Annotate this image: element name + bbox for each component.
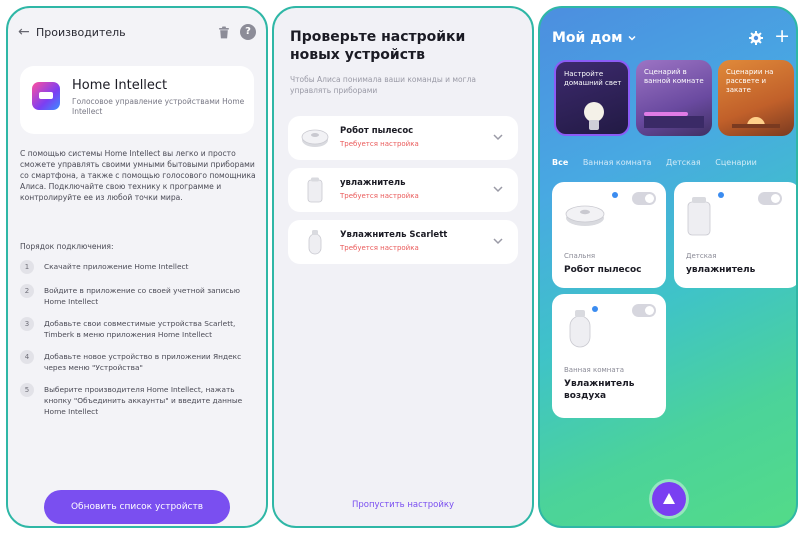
story-label: Настройте домашний свет [564,70,622,87]
alice-icon [663,493,675,504]
device-card[interactable]: Увлажнитель Scarlett Требуется настройка [288,220,518,264]
brand-name: Home Intellect [72,78,168,93]
tab-kids-room[interactable]: Детская [666,158,701,167]
story-card[interactable]: Сценарий в ванной комнате [636,60,712,136]
device-name: Робот пылесос [564,265,642,275]
manufacturer-screen: ← Производитель ? Home Intellect Голосов… [6,6,268,528]
gear-icon[interactable] [748,30,764,46]
brand-description: Голосовое управление устройствами Home I… [72,97,245,116]
page-title: Производитель [36,25,126,39]
device-tile[interactable]: Спальня Робот пылесос [552,182,666,288]
step-text: Скачайте приложение Home Intellect [44,262,189,271]
chevron-down-icon[interactable] [492,131,504,143]
device-tile[interactable]: Детская увлажнитель [674,182,796,288]
status-dot [592,306,598,312]
step-number: 5 [20,383,34,397]
refresh-devices-button[interactable]: Обновить список устройств [44,490,230,524]
step-item: 4 Добавьте новое устройство в приложении… [20,350,256,373]
robot-vacuum-icon [300,124,330,152]
story-label: Сценарии на рассвете и закате [726,68,774,94]
device-name: увлажнитель [340,178,406,188]
check-devices-screen: Проверьте настройки новых устройств Чтоб… [272,6,534,528]
bath-light-icon [644,112,704,128]
trash-icon[interactable] [216,24,232,40]
status-dot [612,192,618,198]
story-label: Сценарий в ванной комнате [644,68,704,85]
home-title: Мой дом [552,30,623,46]
tab-bathroom[interactable]: Ванная комната [583,158,652,167]
power-toggle[interactable] [758,192,782,205]
device-card[interactable]: увлажнитель Требуется настройка [288,168,518,212]
page-subtitle: Чтобы Алиса понимала ваши команды и могл… [290,75,476,95]
device-status: Требуется настройка [340,140,419,148]
device-name: Робот пылесос [340,126,414,136]
humidifier-icon [569,310,591,348]
robot-vacuum-icon [565,205,605,226]
device-room: Ванная комната [564,366,624,374]
step-text: Добавьте новое устройство в приложении Я… [44,352,242,372]
steps-list: 1 Скачайте приложение Home Intellect 2 В… [20,260,256,427]
step-number: 2 [20,284,34,298]
humidifier-icon [687,197,711,236]
device-name: Увлажнитель воздуха [564,379,635,401]
step-number: 3 [20,317,34,331]
status-dot [718,192,724,198]
step-item: 5 Выберите производителя Home Intellect,… [20,383,256,417]
device-card[interactable]: Робот пылесос Требуется настройка [288,116,518,160]
intro-text: С помощью системы Home Intellect вы легк… [20,149,256,202]
story-card[interactable]: Настройте домашний свет [554,60,630,136]
device-room: Спальня [564,252,596,260]
step-text: Добавьте свои совместимые устройства Sca… [44,319,236,339]
skip-setup-link[interactable]: Пропустить настройку [274,500,532,510]
device-name: Увлажнитель Scarlett [340,230,448,240]
header: ← Производитель ? [18,20,256,44]
device-status: Требуется настройка [340,192,419,200]
sunset-icon [732,117,780,128]
scroll-fade [8,470,266,492]
humidifier-icon [300,176,330,204]
step-item: 3 Добавьте свои совместимые устройства S… [20,317,256,340]
brand-card: Home Intellect Голосовое управление устр… [20,66,254,134]
power-toggle[interactable] [632,192,656,205]
page-title: Проверьте настройки новых устройств [290,29,466,63]
home-selector[interactable]: Мой дом [552,30,637,46]
device-tile[interactable]: Ванная комната Увлажнитель воздуха [552,294,666,418]
device-status: Требуется настройка [340,244,419,252]
add-icon[interactable]: + [774,26,790,46]
back-arrow-icon[interactable]: ← [18,24,36,40]
step-number: 1 [20,260,34,274]
humidifier-icon [300,228,330,256]
device-room: Детская [686,252,717,260]
help-icon[interactable]: ? [240,24,256,40]
step-number: 4 [20,350,34,364]
device-name: увлажнитель [686,265,756,275]
step-text: Войдите в приложение со своей учетной за… [44,286,240,306]
chevron-down-icon[interactable] [492,183,504,195]
chevron-down-icon [628,35,636,41]
tab-all[interactable]: Все [552,158,568,167]
order-title: Порядок подключения: [20,242,114,251]
step-item: 2 Войдите в приложение со своей учетной … [20,284,256,307]
my-home-screen: Мой дом + Настройте домашний свет Сценар… [538,6,798,528]
story-card[interactable]: Сценарии на рассвете и закате [718,60,794,136]
home-intellect-logo [32,82,60,110]
alice-button[interactable] [652,482,686,516]
step-text: Выберите производителя Home Intellect, н… [44,385,243,416]
power-toggle[interactable] [632,304,656,317]
room-tabs: Все Ванная комната Детская Сценарии [552,158,796,167]
chevron-down-icon[interactable] [492,235,504,247]
step-item: 1 Скачайте приложение Home Intellect [20,260,256,274]
light-bulb-icon [584,102,604,130]
tab-scenarios[interactable]: Сценарии [715,158,757,167]
